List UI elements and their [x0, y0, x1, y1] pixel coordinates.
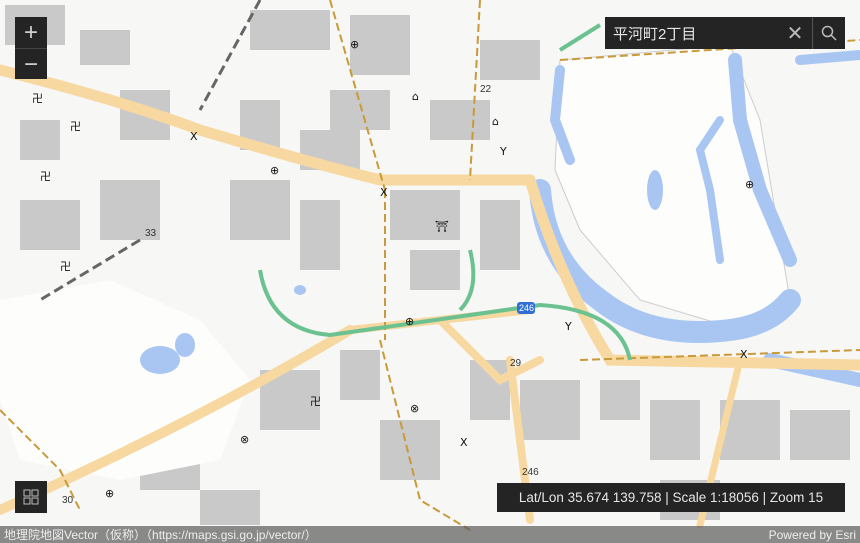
svg-text:X: X	[460, 436, 468, 449]
attribution-bar: 地理院地図Vector（仮称）（https://maps.gsi.go.jp/v…	[0, 526, 860, 543]
svg-text:⊕: ⊕	[270, 164, 279, 177]
svg-text:Y: Y	[564, 320, 572, 333]
svg-text:卍: 卍	[70, 120, 81, 133]
svg-text:⊕: ⊕	[405, 315, 414, 328]
zoom-in-button[interactable]: +	[15, 17, 47, 49]
svg-text:⛩: ⛩	[435, 220, 449, 233]
search-input[interactable]: 平河町2丁目	[605, 23, 778, 44]
svg-text:22: 22	[480, 84, 492, 95]
svg-text:Y: Y	[499, 145, 507, 158]
search-icon	[821, 25, 837, 41]
basemap-gallery-button[interactable]	[15, 481, 47, 513]
svg-text:33: 33	[145, 228, 157, 239]
zoom-controls: + −	[15, 17, 47, 79]
svg-text:⌂: ⌂	[492, 115, 499, 128]
coordinate-readout: Lat/Lon 35.674 139.758 | Scale 1:18056 |…	[497, 483, 845, 512]
svg-text:29: 29	[510, 358, 522, 369]
svg-text:30: 30	[62, 495, 74, 506]
attribution-source[interactable]: 地理院地図Vector（仮称）（https://maps.gsi.go.jp/v…	[4, 526, 317, 543]
search-button[interactable]	[812, 17, 845, 49]
svg-text:卍: 卍	[40, 170, 51, 183]
svg-text:⊕: ⊕	[745, 178, 754, 191]
svg-text:X: X	[740, 348, 748, 361]
svg-text:⊗: ⊗	[240, 433, 249, 446]
zoom-out-button[interactable]: −	[15, 49, 47, 80]
map-canvas[interactable]: 22 33 29 246 30 246 卍卍卍 卍卍X XXX ⊕⊕⊕ ⊕⊕⊗ …	[0, 0, 860, 543]
svg-text:246: 246	[519, 303, 534, 313]
search-widget: 平河町2丁目 ✕	[605, 17, 845, 49]
svg-text:卍: 卍	[60, 260, 71, 273]
grid-icon	[23, 489, 39, 505]
svg-text:X: X	[190, 130, 198, 143]
svg-text:卍: 卍	[32, 92, 43, 105]
powered-by-esri[interactable]: Powered by Esri	[769, 528, 856, 542]
svg-text:卍: 卍	[310, 395, 321, 408]
svg-text:246: 246	[522, 467, 539, 478]
svg-text:⊗: ⊗	[410, 402, 419, 415]
close-icon[interactable]: ✕	[778, 21, 812, 46]
svg-text:⊕: ⊕	[105, 487, 114, 500]
svg-text:X: X	[380, 186, 388, 199]
svg-text:⊕: ⊕	[350, 38, 359, 51]
svg-text:⌂: ⌂	[412, 90, 419, 103]
